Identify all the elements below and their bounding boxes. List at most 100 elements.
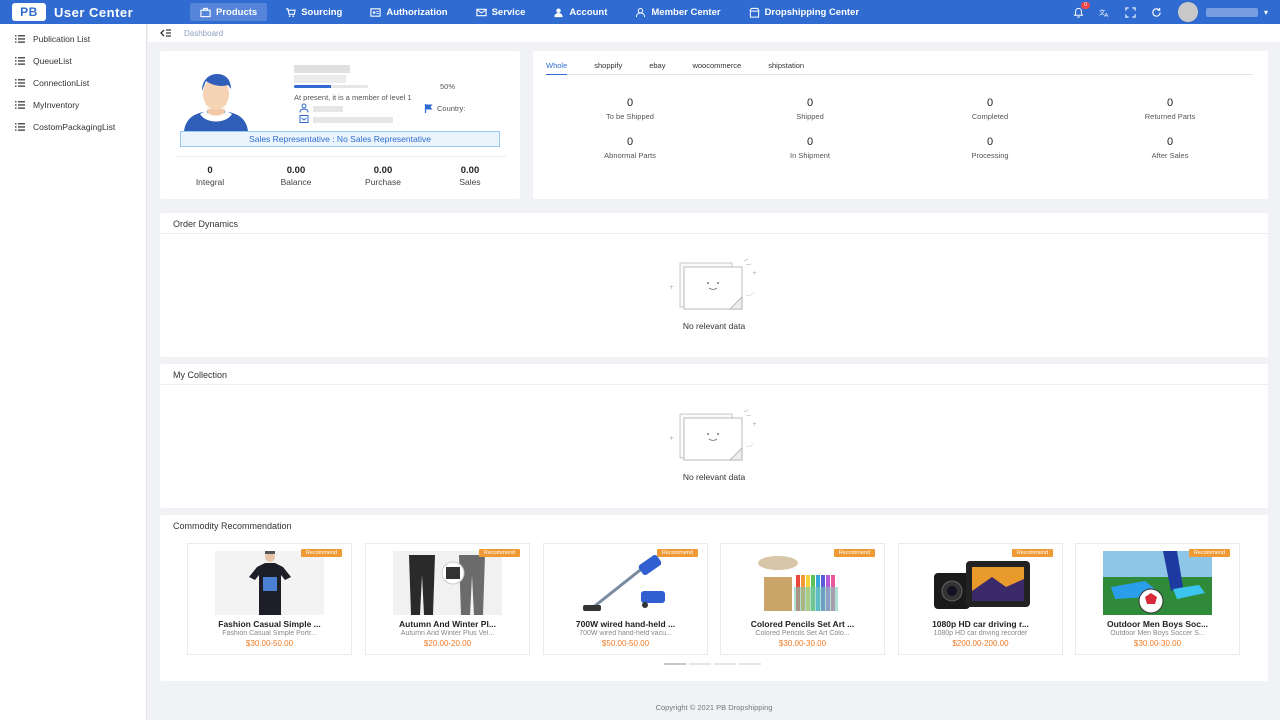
tab-shoppify[interactable]: shoppify	[594, 61, 622, 75]
recommend-badge: Recommend	[1188, 549, 1230, 557]
product-subtitle: 1080p HD car driving recorder	[933, 630, 1028, 637]
product-card[interactable]: Recommend 1080p HD car driving r... 1080…	[898, 543, 1063, 655]
product-title[interactable]: Colored Pencils Set Art ...	[721, 619, 884, 629]
sidebar-item-connection-list[interactable]: ConnectionList	[0, 72, 146, 94]
product-card[interactable]: Recommend Outdoor Men Boys Soc... Outdoo…	[1075, 543, 1240, 655]
svg-text:A: A	[1105, 13, 1109, 18]
product-title[interactable]: 1080p HD car driving r...	[899, 619, 1062, 629]
product-title[interactable]: Fashion Casual Simple ...	[188, 619, 351, 629]
sidebar-item-custom-packaging-list[interactable]: CostomPackagingList	[0, 116, 146, 138]
language-button[interactable]: 文A	[1098, 5, 1112, 19]
tab-woocommerce[interactable]: woocommerce	[692, 61, 741, 75]
user-info-redacted	[313, 106, 343, 112]
top-navbar: PB User Center Products Sourcing Authori…	[0, 0, 1280, 24]
main-nav: Products Sourcing Authorization Service …	[190, 0, 877, 24]
sidebar-item-my-inventory[interactable]: MyInventory	[0, 94, 146, 116]
sidebar-item-label: CostomPackagingList	[33, 122, 116, 132]
status-returned-parts[interactable]: 0 Returned Parts	[1110, 97, 1230, 121]
breadcrumb: Dashboard	[148, 24, 1280, 42]
nav-authorization[interactable]: Authorization	[360, 3, 457, 21]
nav-sourcing[interactable]: Sourcing	[275, 3, 352, 21]
divider	[160, 233, 1268, 234]
carousel-dot[interactable]	[689, 663, 711, 665]
svg-text:+: +	[669, 284, 674, 291]
tab-shipstation[interactable]: shipstation	[768, 61, 804, 75]
username-redacted[interactable]	[1205, 7, 1258, 17]
carousel-dot[interactable]	[664, 663, 686, 665]
nav-products[interactable]: Products	[190, 3, 268, 21]
carousel-dot[interactable]	[714, 663, 736, 665]
tab-ebay[interactable]: ebay	[649, 61, 665, 75]
status-shipped[interactable]: 0 Shipped	[750, 97, 870, 121]
username-redacted	[294, 65, 350, 73]
status-abnormal-parts[interactable]: 0 Abnormal Parts	[570, 136, 690, 160]
product-subtitle: Autumn And Winter Plus Vel...	[400, 630, 495, 637]
id-card-icon	[370, 7, 381, 17]
status-label: Completed	[971, 112, 1009, 121]
app-logo[interactable]: PB User Center	[0, 3, 190, 21]
app-title: User Center	[54, 4, 134, 20]
nav-products-label: Products	[216, 6, 258, 18]
status-after-sales[interactable]: 0 After Sales	[1110, 136, 1230, 160]
product-card[interactable]: Recommend Colored Pencils Set Art ... Co…	[720, 543, 885, 655]
section-title: Commodity Recommendation	[173, 521, 292, 531]
product-card[interactable]: Recommend Fashion Casual Simple ... Fash…	[187, 543, 352, 655]
sidebar-item-queue-list[interactable]: QueueList	[0, 50, 146, 72]
list-icon	[15, 123, 25, 131]
level-progress-fill	[294, 85, 331, 88]
list-icon	[15, 101, 25, 109]
order-status-card: Whole shoppify ebay woocommerce shipstat…	[533, 51, 1268, 199]
product-card[interactable]: Recommend Autumn And Winter Pl... Autumn…	[365, 543, 530, 655]
sidebar-item-publication-list[interactable]: Publication List	[0, 28, 146, 50]
nav-dropshipping-center[interactable]: Dropshipping Center	[739, 3, 869, 21]
stat-label: Sales	[459, 177, 481, 187]
status-completed[interactable]: 0 Completed	[930, 97, 1050, 121]
refresh-button[interactable]	[1150, 5, 1164, 19]
divider	[160, 384, 1268, 385]
product-title[interactable]: Autumn And Winter Pl...	[366, 619, 529, 629]
list-icon	[15, 57, 25, 65]
carousel-dot[interactable]	[739, 663, 761, 665]
product-title[interactable]: 700W wired hand-held ...	[544, 619, 707, 629]
nav-service[interactable]: Service	[466, 3, 536, 21]
status-to-be-shipped[interactable]: 0 To be Shipped	[570, 97, 690, 121]
sidebar-item-label: QueueList	[33, 56, 72, 66]
product-price: $20.00-20.00	[423, 639, 472, 648]
person-outline-icon	[636, 7, 646, 17]
nav-dropshipping-center-label: Dropshipping Center	[764, 6, 860, 18]
status-count: 0	[626, 136, 634, 148]
user-menu-caret[interactable]: ▾	[1264, 8, 1268, 17]
product-subtitle: 700W wired hand-held vacu...	[579, 630, 672, 637]
commodity-recommendation-card: Commodity Recommendation Recommend Fashi…	[160, 515, 1268, 681]
user-avatar[interactable]	[1177, 2, 1198, 22]
fullscreen-button[interactable]	[1124, 5, 1138, 19]
collapse-sidebar-icon[interactable]	[160, 28, 172, 38]
product-title[interactable]: Outdoor Men Boys Soc...	[1076, 619, 1239, 629]
status-label: Abnormal Parts	[604, 151, 656, 160]
stat-label: Balance	[280, 177, 312, 187]
product-price: $200.00-200.00	[952, 639, 1009, 648]
stat-sales: 0.00 Sales	[435, 165, 505, 187]
level-progress-bar	[294, 85, 368, 88]
product-subtitle: Outdoor Men Boys Soccer S...	[1110, 630, 1205, 637]
status-count: 0	[1166, 97, 1174, 109]
country-label: Country:	[437, 104, 466, 113]
nav-account-label: Account	[569, 6, 608, 18]
fullscreen-icon	[1125, 6, 1137, 18]
sales-representative-banner: Sales Representative : No Sales Represen…	[180, 131, 500, 147]
notification-button[interactable]: 0	[1072, 2, 1090, 19]
tab-whole[interactable]: Whole	[546, 61, 568, 75]
status-in-shipment[interactable]: 0 In Shipment	[750, 136, 870, 160]
status-processing[interactable]: 0 Processing	[930, 136, 1050, 160]
product-card[interactable]: Recommend 700W wired hand-held ... 700W …	[543, 543, 708, 655]
nav-member-center[interactable]: Member Center	[625, 3, 730, 21]
nav-account[interactable]: Account	[543, 3, 617, 21]
breadcrumb-current[interactable]: Dashboard	[184, 29, 223, 38]
platform-tabs: Whole shoppify ebay woocommerce shipstat…	[546, 61, 1253, 75]
translate-icon: 文A	[1099, 7, 1109, 18]
divider	[176, 156, 506, 157]
stat-value: 0.00	[460, 165, 480, 176]
status-count: 0	[986, 136, 994, 148]
stat-purchase: 0.00 Purchase	[348, 165, 418, 187]
member-level-text: At present, it is a member of level 1	[294, 93, 412, 102]
